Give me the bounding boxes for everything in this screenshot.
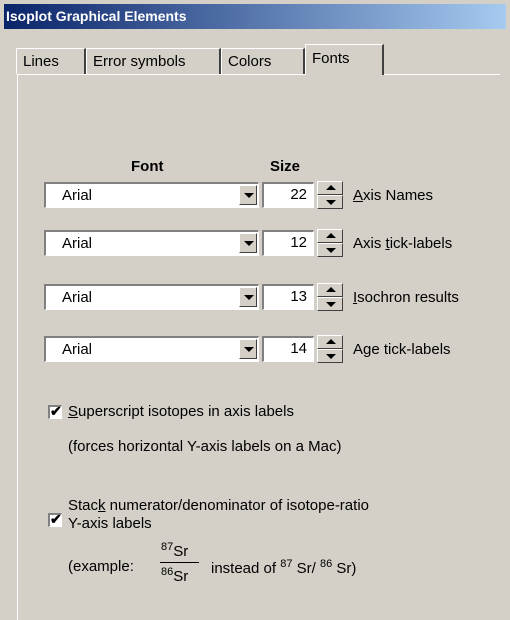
font-value: Arial xyxy=(62,341,93,358)
age-tick-labels-font-select[interactable]: Arial xyxy=(44,336,259,362)
stack-ratio-label-line2: Y-axis labels xyxy=(68,515,152,532)
tab-colors[interactable]: Colors xyxy=(221,48,305,74)
spin-up-icon[interactable] xyxy=(317,229,343,243)
font-value: Arial xyxy=(62,289,93,306)
spin-down-icon[interactable] xyxy=(317,349,343,363)
spin-up-icon[interactable] xyxy=(317,335,343,349)
axis-tick-labels-size-spinner[interactable] xyxy=(317,229,343,257)
window-frame xyxy=(0,0,4,620)
example-inline: instead of 87 Sr/ 86 Sr) xyxy=(211,558,357,577)
axis-names-font-select[interactable]: Arial xyxy=(44,182,259,208)
chevron-down-icon[interactable] xyxy=(239,287,257,307)
example-fraction-numerator: 87Sr xyxy=(161,541,189,560)
font-value: Arial xyxy=(62,187,93,204)
spin-up-icon[interactable] xyxy=(317,283,343,297)
superscript-isotopes-label[interactable]: Superscript isotopes in axis labels xyxy=(68,403,294,420)
fraction-bar xyxy=(160,562,199,563)
spin-down-icon[interactable] xyxy=(317,195,343,209)
spin-down-icon[interactable] xyxy=(317,243,343,257)
checkmark-icon: ✔ xyxy=(50,511,62,527)
superscript-isotopes-checkbox[interactable]: ✔ xyxy=(48,403,62,419)
axis-names-size-field[interactable]: 22 xyxy=(262,182,314,208)
tab-label: Lines xyxy=(23,53,59,70)
isochron-results-size-field[interactable]: 13 xyxy=(262,284,314,310)
checkmark-icon: ✔ xyxy=(50,403,62,419)
font-value: Arial xyxy=(62,235,93,252)
example-prefix: (example: xyxy=(68,558,134,575)
chevron-down-icon[interactable] xyxy=(239,339,257,359)
age-tick-labels-label: Age tick-labels xyxy=(353,341,451,358)
tab-label: Error symbols xyxy=(93,53,186,70)
age-tick-labels-size-spinner[interactable] xyxy=(317,335,343,363)
isochron-results-label: Isochron results xyxy=(353,289,459,306)
tab-error-symbols[interactable]: Error symbols xyxy=(86,48,221,74)
isochron-results-font-select[interactable]: Arial xyxy=(44,284,259,310)
window-title: Isoplot Graphical Elements xyxy=(4,4,506,29)
axis-tick-labels-size-field[interactable]: 12 xyxy=(262,230,314,256)
stack-ratio-checkbox[interactable]: ✔ xyxy=(48,511,62,527)
spin-up-icon[interactable] xyxy=(317,181,343,195)
chevron-down-icon[interactable] xyxy=(239,233,257,253)
tab-lines[interactable]: Lines xyxy=(16,48,86,74)
axis-names-label: Axis Names xyxy=(353,187,434,204)
axis-tick-labels-label: Axis tick-labels xyxy=(353,235,453,252)
tab-fonts[interactable]: Fonts xyxy=(305,44,384,75)
size-column-header: Size xyxy=(270,158,301,175)
superscript-note: (forces horizontal Y-axis labels on a Ma… xyxy=(68,438,342,455)
axis-tick-labels-font-select[interactable]: Arial xyxy=(44,230,259,256)
isochron-results-size-spinner[interactable] xyxy=(317,283,343,311)
font-column-header: Font xyxy=(131,158,164,175)
chevron-down-icon[interactable] xyxy=(239,185,257,205)
axis-names-size-spinner[interactable] xyxy=(317,181,343,209)
example-fraction-denominator: 86Sr xyxy=(161,566,189,585)
age-tick-labels-size-field[interactable]: 14 xyxy=(262,336,314,362)
stack-ratio-label[interactable]: Stack numerator/denominator of isotope-r… xyxy=(68,497,369,514)
tab-label: Colors xyxy=(228,53,272,70)
spin-down-icon[interactable] xyxy=(317,297,343,311)
tab-label: Fonts xyxy=(312,50,350,67)
